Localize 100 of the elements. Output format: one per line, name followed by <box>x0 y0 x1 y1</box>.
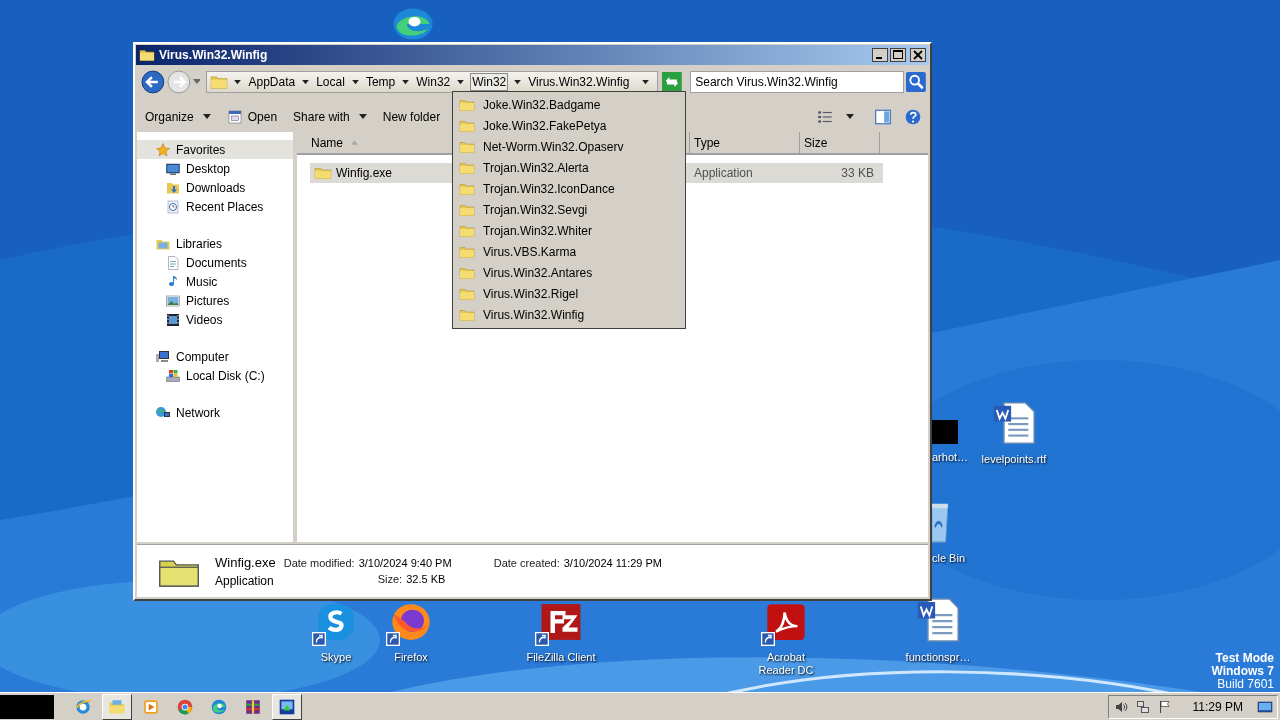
breadcrumb[interactable]: Win32 <box>415 74 452 90</box>
caret-icon[interactable] <box>234 79 242 85</box>
breadcrumb[interactable]: Win32 <box>470 73 509 91</box>
detail-value: 32.5 KB <box>406 573 446 585</box>
sidebar-item[interactable]: Local Disk (C:) <box>137 366 293 385</box>
sidebar-item[interactable]: Libraries <box>137 234 293 253</box>
menu-item[interactable]: Joke.Win32.Badgame <box>453 94 685 115</box>
search-button[interactable] <box>906 72 926 92</box>
breadcrumb[interactable]: Virus.Win32.Winfig <box>527 74 631 90</box>
address-bar[interactable]: AppData Local Temp Win32 Win32 Virus.Win32.Winfig <box>206 71 659 93</box>
desktop-icon-label[interactable]: FileZilla Client <box>526 651 596 664</box>
toolbar-button[interactable]: New folder <box>376 106 447 128</box>
detail-label: Date modified: <box>283 557 355 569</box>
sidebar-item[interactable]: Recent Places <box>137 197 293 216</box>
file-type: Application <box>215 573 275 588</box>
caret-icon[interactable] <box>302 79 310 85</box>
taskbar-button[interactable] <box>102 694 132 720</box>
desktop-icon-label[interactable]: functionspr… <box>905 651 971 664</box>
breadcrumb[interactable]: Temp <box>364 74 397 90</box>
toolbar-button[interactable]: Share with <box>287 106 373 128</box>
monitor-icon <box>165 160 181 177</box>
browser-icon <box>74 698 92 716</box>
file-name: Winfig.exe <box>215 554 276 570</box>
menu-item[interactable]: Trojan.Win32.Sevgi <box>453 199 685 220</box>
tile-icon[interactable] <box>932 420 958 444</box>
document-icon[interactable] <box>915 596 961 644</box>
toolbar-button[interactable]: Open <box>220 105 284 129</box>
detail-label: Size: <box>377 573 403 585</box>
caret-icon[interactable] <box>642 79 650 85</box>
archive-icon <box>244 698 262 716</box>
shortcut-arrow-icon <box>761 632 775 646</box>
shortcut-arrow-icon <box>535 632 549 646</box>
view-list-icon[interactable] <box>816 108 834 126</box>
detail-value: 3/10/2024 11:29 PM <box>563 557 662 569</box>
menu-item[interactable]: Virus.VBS.Karma <box>453 241 685 262</box>
column-header[interactable]: Type <box>690 132 800 153</box>
menu-item[interactable]: Trojan.Win32.Whiter <box>453 220 685 241</box>
desktop-icon-label[interactable]: arhot… <box>932 451 969 464</box>
help-icon[interactable] <box>904 108 922 126</box>
edition-text: Build 7601 <box>1217 678 1274 691</box>
media-player-icon <box>142 698 160 716</box>
caret-icon <box>202 114 211 120</box>
caret-icon[interactable] <box>846 114 854 120</box>
sidebar-item[interactable]: Favorites <box>137 140 293 159</box>
desktop-icon-label[interactable]: levelpoints.rtf <box>981 453 1047 466</box>
edition-text: Test Mode <box>1215 652 1274 665</box>
sidebar-item[interactable]: Documents <box>137 253 293 272</box>
window-title: Virus.Win32.Winfig <box>159 48 268 62</box>
detail-label: Date created: <box>493 557 560 569</box>
breadcrumb[interactable]: Local <box>315 74 346 90</box>
file-type: Application <box>694 166 754 180</box>
column-header[interactable]: Size <box>800 132 880 153</box>
start-button[interactable] <box>0 695 54 719</box>
menu-item[interactable]: Virus.Win32.Winfig <box>453 304 685 325</box>
network-icon[interactable] <box>1134 699 1151 715</box>
close-button[interactable] <box>910 48 926 62</box>
refresh-button[interactable] <box>662 72 683 92</box>
shortcut-arrow-icon <box>386 632 400 646</box>
search-field[interactable]: Search Virus.Win32.Winfig <box>690 71 905 93</box>
caret-icon <box>358 114 367 120</box>
sidebar-item[interactable]: Music <box>137 272 293 291</box>
menu-item[interactable]: Net-Worm.Win32.Opaserv <box>453 136 685 157</box>
desktop-icon-label[interactable]: cle Bin <box>932 552 966 565</box>
menu-item[interactable]: Virus.Win32.Rigel <box>453 283 685 304</box>
menu-item[interactable]: Trojan.Win32.IconDance <box>453 178 685 199</box>
maximize-button[interactable] <box>890 48 906 62</box>
clock[interactable]: 11:29 PM <box>1192 700 1243 714</box>
sidebar-item[interactable]: Computer <box>137 347 293 366</box>
caret-icon[interactable] <box>351 79 359 85</box>
landscape-picture-icon <box>165 292 181 309</box>
sidebar-item[interactable]: Videos <box>137 310 293 329</box>
browser-icon <box>176 698 194 716</box>
caret-icon[interactable] <box>514 79 522 85</box>
caret-icon[interactable] <box>402 79 410 85</box>
file-name: Winfig.exe <box>336 166 393 180</box>
back-button[interactable] <box>141 70 165 94</box>
document-icon[interactable] <box>991 400 1037 446</box>
menu-item[interactable]: Joke.Win32.FakePetya <box>453 115 685 136</box>
show-desktop-button[interactable] <box>1257 699 1273 715</box>
edition-text: Windows 7 <box>1211 665 1274 678</box>
preview-pane-icon[interactable] <box>874 108 892 126</box>
toolbar-button[interactable]: Organize <box>139 106 217 128</box>
desktop-icon-label[interactable]: Firefox <box>394 651 428 664</box>
browser-icon <box>210 698 228 716</box>
menu-item[interactable]: Trojan.Win32.Alerta <box>453 157 685 178</box>
caret-icon[interactable] <box>457 79 465 85</box>
taskbar-button[interactable] <box>272 694 302 720</box>
drive-icon <box>165 367 181 384</box>
computer-icon <box>155 348 171 365</box>
sidebar-item[interactable]: Network <box>137 403 293 422</box>
document-icon <box>165 254 181 271</box>
breadcrumb[interactable]: AppData <box>247 74 297 90</box>
menu-item[interactable]: Virus.Win32.Antares <box>453 262 685 283</box>
detail-value: 3/10/2024 9:40 PM <box>358 557 452 569</box>
minimize-button[interactable] <box>872 48 888 62</box>
sidebar-item[interactable]: Desktop <box>137 159 293 178</box>
film-strip-icon <box>165 311 181 328</box>
sort-arrow-icon <box>351 140 358 145</box>
sidebar-item[interactable]: Downloads <box>137 178 293 197</box>
sidebar-item[interactable]: Pictures <box>137 291 293 310</box>
